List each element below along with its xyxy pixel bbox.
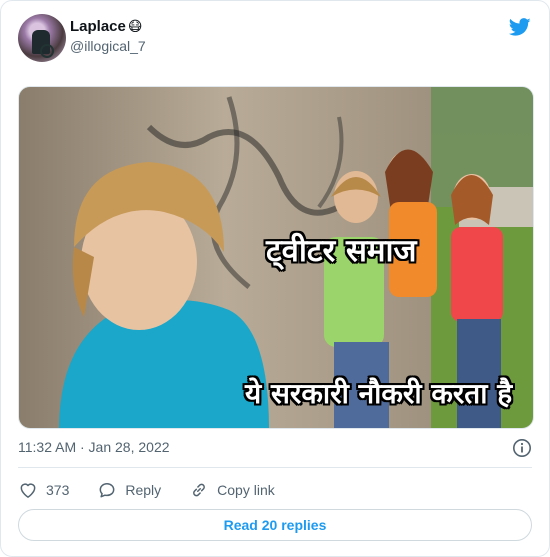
tweet-timestamp[interactable]: 11:32 AM · Jan 28, 2022 [18,439,170,455]
meme-caption-bottom: ये सरकारी नौकरी करता है [245,377,513,410]
author-display-name[interactable]: Laplace 😷 [70,18,146,35]
like-count: 373 [46,482,70,498]
divider [18,467,532,468]
copy-link-button[interactable]: Copy link [189,480,275,500]
tweet-media-image[interactable]: ट्वीटर समाज ये सरकारी नौकरी करता है [18,86,534,429]
author-handle[interactable]: @illogical_7 [70,38,146,54]
avatar[interactable] [18,14,66,62]
info-icon[interactable] [512,438,532,458]
twitter-bird-icon[interactable] [508,16,532,38]
mask-emoji-icon: 😷 [127,18,143,34]
tweet-header: Laplace 😷 @illogical_7 [18,14,532,64]
reply-label: Reply [125,482,162,498]
like-button[interactable]: 373 [18,480,69,500]
read-replies-button[interactable]: Read 20 replies [18,509,532,541]
author-names: Laplace 😷 @illogical_7 [70,18,146,54]
heart-icon [20,483,36,498]
reply-bubble-icon [99,483,115,498]
tweet-card: Laplace 😷 @illogical_7 ट्वीटर समाज ये सर… [0,0,550,557]
copy-link-label: Copy link [217,482,275,498]
tweet-actions: 373 Reply Copy link [18,479,303,501]
display-name-text: Laplace [70,18,126,35]
reply-button[interactable]: Reply [97,480,161,500]
link-icon [193,483,206,497]
meme-caption-top: ट्वीटर समाज [266,233,417,269]
